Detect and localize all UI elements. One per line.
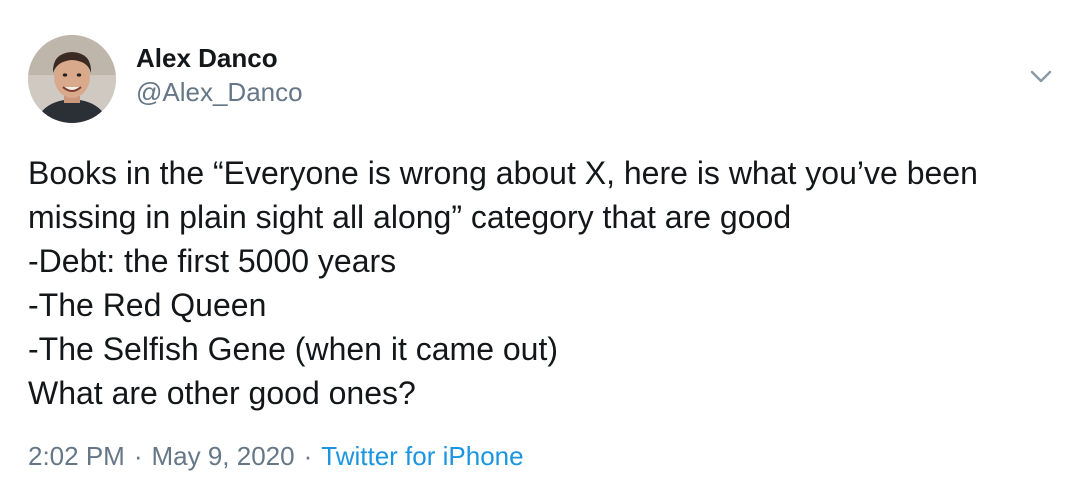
tweet-menu-button[interactable] [1026,66,1056,88]
tweet-card: Alex Danco @Alex_Danco Books in the “Eve… [0,0,1088,498]
tweet-text: Books in the “Everyone is wrong about X,… [28,151,1073,415]
tweet-text-line: What are other good ones? [28,375,416,411]
tweet-text-line: -The Red Queen [28,287,267,323]
user-avatar-photo-icon [28,35,116,123]
author-handle[interactable]: @Alex_Danco [136,76,303,108]
tweet-source-link[interactable]: Twitter for iPhone [321,441,523,471]
meta-separator: · [133,441,143,471]
author-display-name[interactable]: Alex Danco [136,42,278,74]
tweet-time[interactable]: 2:02 PM [28,441,125,471]
meta-separator: · [303,441,313,471]
tweet-text-line: -Debt: the first 5000 years [28,243,397,279]
avatar[interactable] [28,35,116,123]
tweet-meta: 2:02 PM · May 9, 2020 · Twitter for iPhone [28,440,524,472]
tweet-date[interactable]: May 9, 2020 [152,441,295,471]
tweet-text-line: missing in plain sight all along” catego… [28,199,792,235]
tweet-text-line: -The Selfish Gene (when it came out) [28,331,559,367]
tweet-text-line: Books in the “Everyone is wrong about X,… [28,155,978,191]
chevron-down-icon [1030,70,1052,83]
